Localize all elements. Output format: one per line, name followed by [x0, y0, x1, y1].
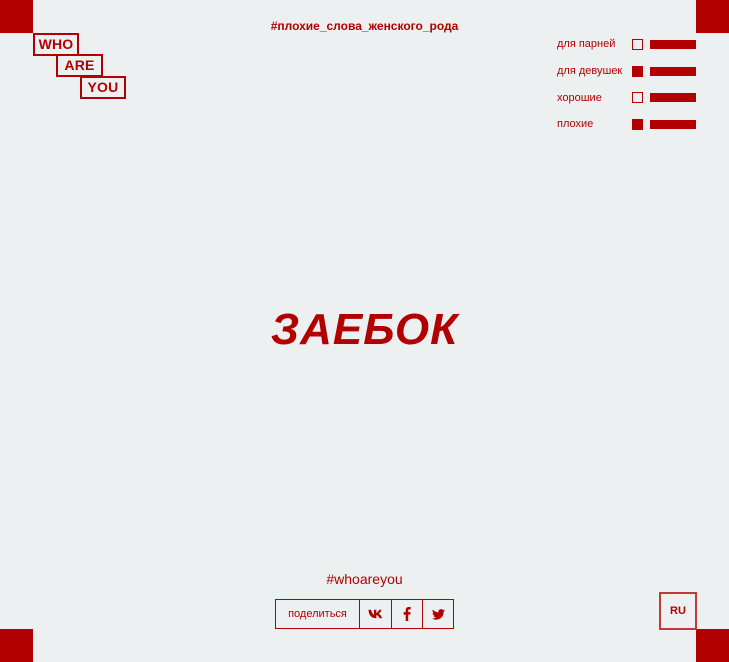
filter-checkbox[interactable]: [632, 65, 643, 77]
site-hashtag: #whoareyou: [326, 571, 403, 587]
filter-checkbox[interactable]: [632, 38, 643, 50]
corner-block-bottom-right: [696, 629, 729, 662]
share-bar: поделиться: [275, 599, 454, 629]
corner-block-bottom-left: [0, 629, 33, 662]
logo[interactable]: WHO ARE YOU: [33, 33, 133, 103]
facebook-share-button[interactable]: [391, 600, 422, 628]
filter-label[interactable]: плохие: [557, 118, 632, 130]
vk-icon: [368, 609, 382, 619]
logo-word-are: ARE: [56, 54, 103, 77]
filter-label[interactable]: для парней: [557, 38, 632, 50]
twitter-share-button[interactable]: [422, 600, 453, 628]
logo-word-who: WHO: [33, 33, 79, 56]
filter-bad[interactable]: плохие: [557, 111, 697, 138]
filter-label[interactable]: хорошие: [557, 92, 632, 104]
vk-share-button[interactable]: [360, 600, 391, 628]
filter-checkbox[interactable]: [632, 118, 643, 130]
filter-panel: для парней для девушек хорошие плохие: [557, 31, 697, 138]
filter-good[interactable]: хорошие: [557, 84, 697, 111]
logo-word-you: YOU: [80, 76, 126, 99]
language-switch-button[interactable]: RU: [659, 592, 697, 630]
filter-bar: [650, 93, 696, 103]
filter-checkbox[interactable]: [632, 92, 643, 104]
filter-bar: [650, 119, 696, 129]
filter-for-girls[interactable]: для девушек: [557, 58, 697, 85]
featured-word: ЗАЕБОК: [270, 305, 459, 354]
filter-bar: [650, 39, 696, 49]
filter-bar: [650, 66, 696, 76]
twitter-icon: [431, 608, 445, 620]
filter-label[interactable]: для девушек: [557, 65, 632, 77]
filter-for-guys[interactable]: для парней: [557, 31, 697, 58]
facebook-icon: [403, 607, 411, 621]
share-label: поделиться: [276, 600, 360, 628]
